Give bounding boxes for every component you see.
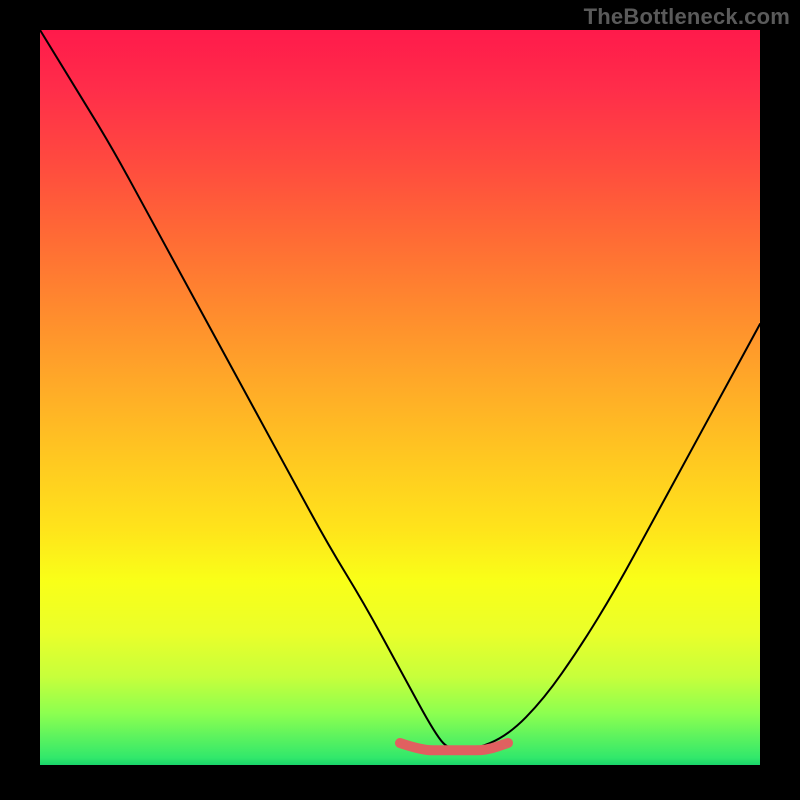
bottleneck-curve: [40, 30, 760, 750]
minimum-accent: [400, 743, 508, 750]
plot-area: [40, 30, 760, 765]
chart-frame: TheBottleneck.com: [0, 0, 800, 800]
watermark-text: TheBottleneck.com: [584, 4, 790, 30]
bottleneck-curve-svg: [40, 30, 760, 765]
